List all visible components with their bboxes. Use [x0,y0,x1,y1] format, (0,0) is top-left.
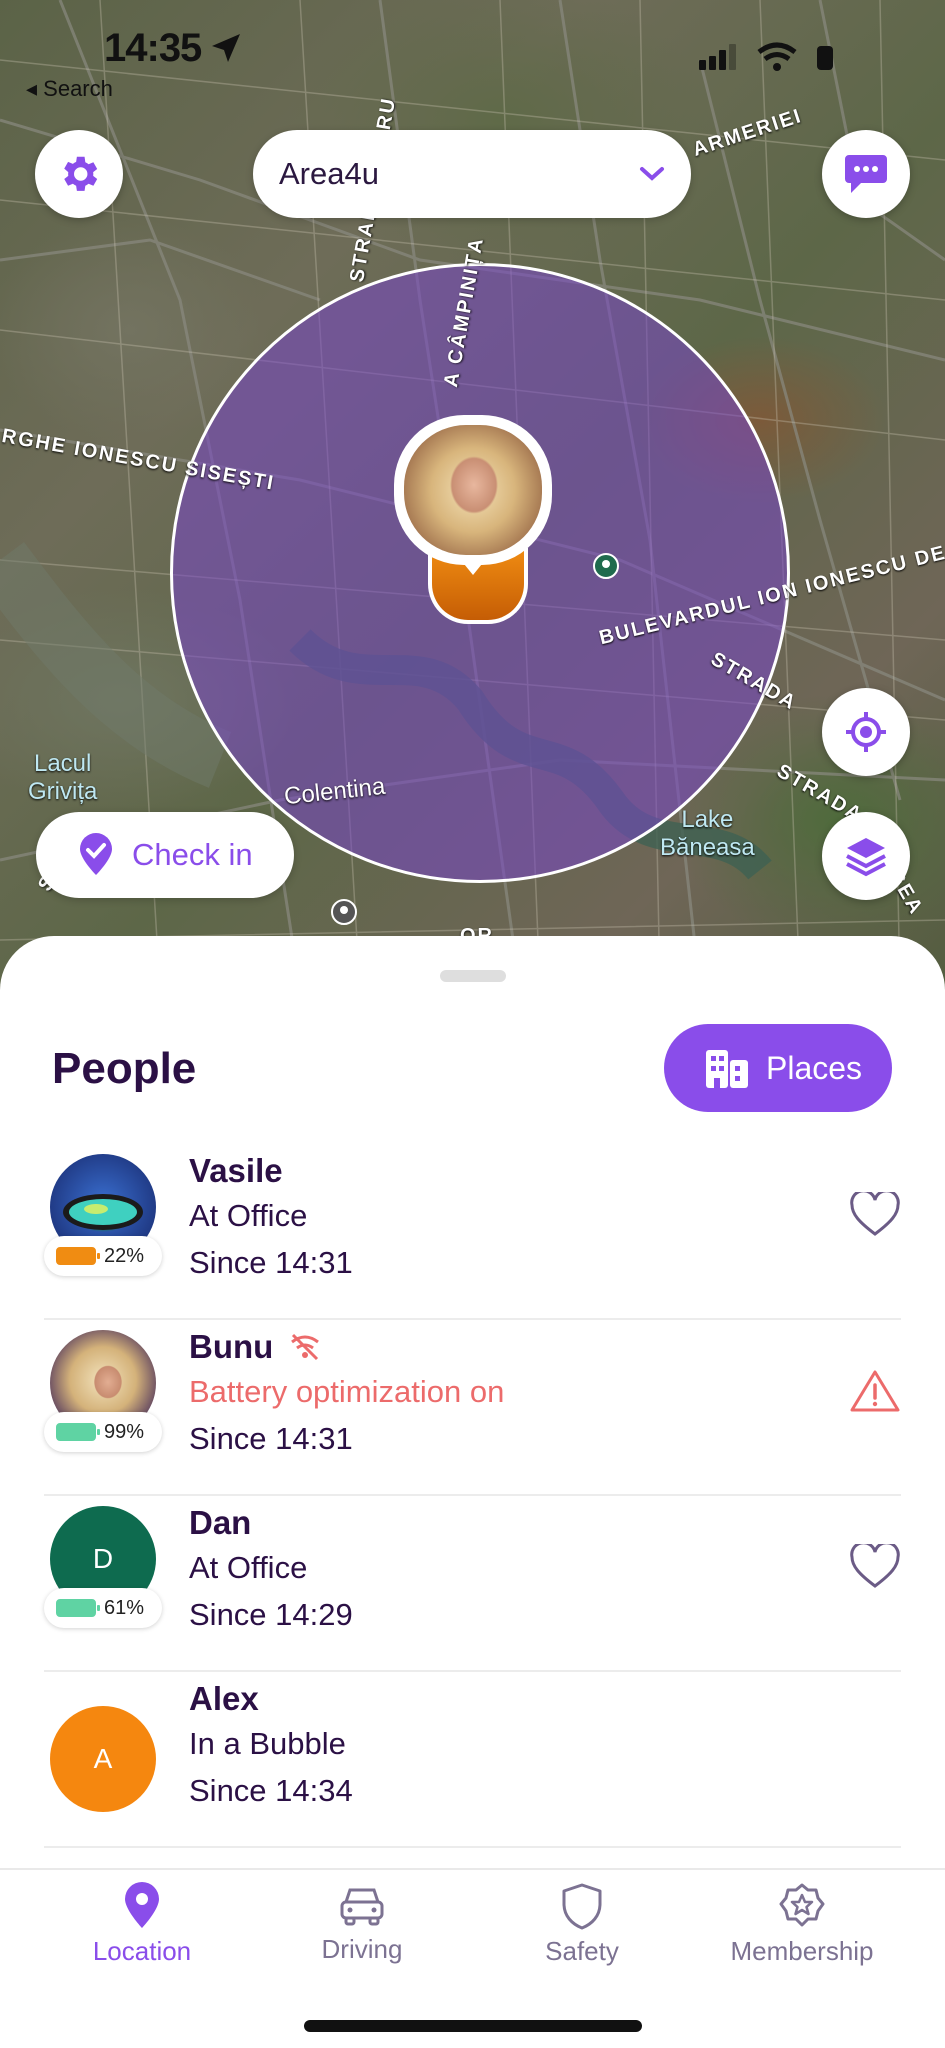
location-pin-icon [125,1882,159,1928]
app-screen: STRADA IEZERU A CÂMPINIȚA RGHE IONESCU S… [0,0,945,2048]
person-status: Battery optimization on [189,1374,505,1409]
person-status: At Office [189,1198,308,1233]
battery-percent: 61% [104,1596,145,1619]
satellite-map[interactable]: STRADA IEZERU A CÂMPINIȚA RGHE IONESCU S… [0,0,945,990]
recenter-location-button[interactable] [822,688,910,776]
heart-icon[interactable] [849,1544,901,1590]
wifi-off-icon [291,1333,320,1361]
battery-status-icon [817,46,833,70]
gear-icon [64,156,98,191]
crosshair-icon [846,712,886,752]
cellular-signal-icon [699,44,739,70]
map-layers-button[interactable] [822,812,910,900]
avatar-initial: D [92,1543,114,1574]
battery-badge: 61% [44,1588,162,1628]
group-name: Area4u [279,156,379,191]
person-row-dan[interactable]: D 61% Dan At Office Since 14:29 [44,1496,901,1672]
sheet-drag-handle[interactable] [440,970,506,982]
status-bar: 14:35 ◂ Search [0,24,945,101]
person-name: Alex [189,1680,259,1717]
check-in-button[interactable]: Check in [36,812,294,898]
tab-driving[interactable]: Driving [252,1882,472,1982]
tab-label: Driving [321,1934,403,1964]
tab-membership[interactable]: Membership [692,1882,912,1982]
tab-label: Safety [545,1936,619,1966]
person-name: Dan [189,1504,252,1541]
check-pin-icon [80,833,112,875]
places-label: Places [766,1049,863,1086]
chevron-down-icon [640,167,664,181]
person-row-bunu[interactable]: 99% Bunu Battery optimization on Since 1… [44,1320,901,1496]
settings-button[interactable] [35,130,123,218]
map-poi-icon [331,899,357,925]
battery-badge: 99% [44,1412,162,1452]
tab-label: Location [92,1936,192,1966]
avatar: A [50,1706,156,1812]
status-time: 14:35 [104,26,202,70]
person-status: At Office [189,1550,308,1585]
person-since: Since 14:34 [189,1773,353,1808]
avatar-initial: A [93,1743,113,1774]
person-row-vasile[interactable]: 22% Vasile At Office Since 14:31 [44,1144,901,1320]
chat-button[interactable] [822,130,910,218]
person-name: Bunu [189,1328,274,1365]
places-button[interactable]: Places [664,1024,892,1112]
person-name: Vasile [189,1152,283,1189]
warning-icon[interactable] [849,1368,901,1414]
member-map-avatar[interactable] [394,415,552,575]
person-since: Since 14:31 [189,1421,353,1456]
person-status: In a Bubble [189,1726,346,1761]
car-icon [340,1888,384,1926]
bottom-tab-bar: Location Driving Safety Membership [0,1868,945,2048]
shield-icon [562,1883,602,1930]
people-title: People [52,1044,197,1093]
heart-icon[interactable] [849,1192,901,1238]
person-row-alex[interactable]: A Alex In a Bubble Since 14:34 [44,1672,901,1848]
battery-percent: 99% [104,1420,145,1443]
location-arrow-icon [212,34,240,62]
battery-badge: 22% [44,1236,162,1276]
battery-percent: 22% [104,1244,145,1267]
check-in-label: Check in [132,837,253,872]
map-lake-label: Lake Băneasa [660,806,755,861]
buildings-icon [706,1050,748,1088]
person-since: Since 14:31 [189,1245,353,1280]
back-to-search-link[interactable]: ◂ Search [26,76,113,102]
star-badge-icon [779,1883,825,1927]
wifi-icon [757,42,797,71]
group-selector-dropdown[interactable]: Area4u [253,130,691,218]
tab-location[interactable]: Location [32,1882,252,1982]
person-since: Since 14:29 [189,1597,353,1632]
home-indicator[interactable] [304,2020,642,2032]
chat-bubble-icon [845,155,887,193]
layers-icon [846,838,886,877]
tab-safety[interactable]: Safety [472,1882,692,1982]
map-poi-icon [593,553,619,579]
tab-label: Membership [730,1936,874,1966]
map-lake-label: Lacul Grivița [28,750,98,805]
